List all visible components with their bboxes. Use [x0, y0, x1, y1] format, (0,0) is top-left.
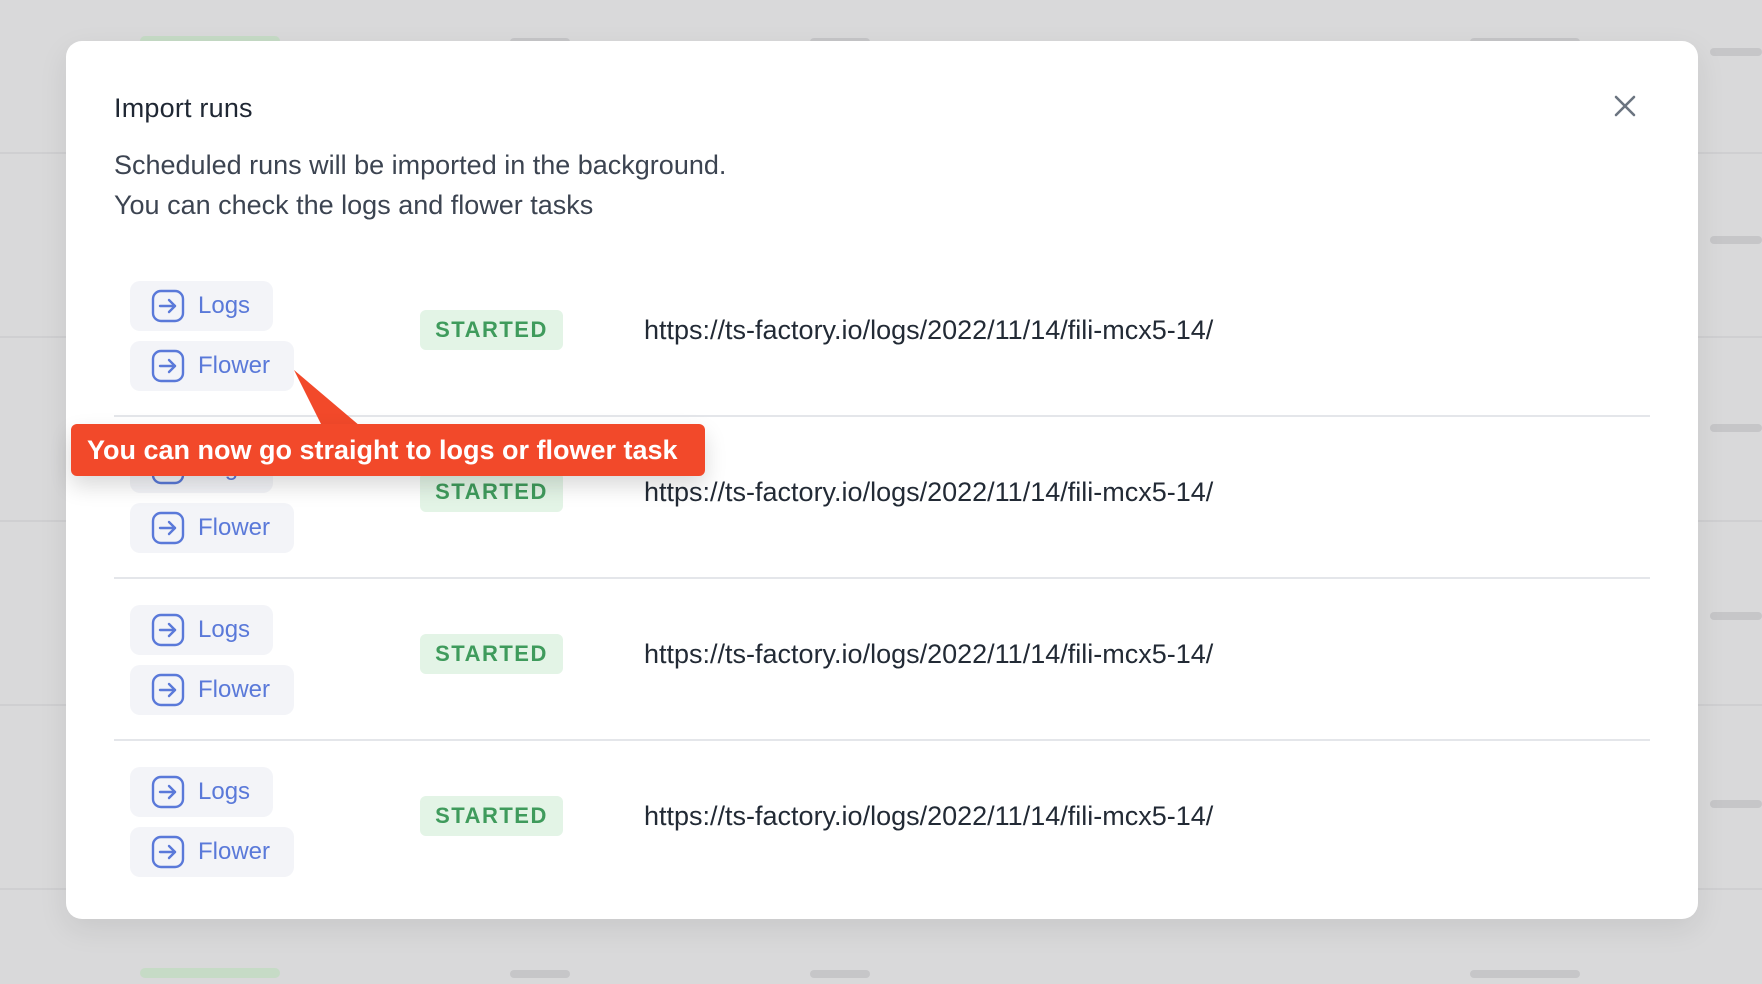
flower-button-label: Flower [198, 838, 271, 865]
arrow-right-box-icon [151, 289, 185, 323]
callout-pointer [294, 370, 360, 426]
status-badge: STARTED [420, 472, 563, 512]
run-row: Logs Flower STARTED https://ts-factory.i… [114, 579, 1650, 741]
flower-button[interactable]: Flower [130, 665, 294, 715]
flower-button-label: Flower [198, 676, 271, 703]
close-icon [1614, 95, 1636, 117]
run-url: https://ts-factory.io/logs/2022/11/14/fi… [644, 477, 1214, 507]
background-text [1710, 800, 1762, 808]
logs-button[interactable]: Logs [130, 281, 273, 331]
modal-description: Scheduled runs will be imported in the b… [114, 145, 726, 225]
run-row: Logs Flower STARTED https://ts-factory.i… [114, 741, 1650, 903]
background-text [510, 970, 570, 978]
background-text [1710, 48, 1762, 56]
modal-title: Import runs [114, 93, 253, 123]
flower-button[interactable]: Flower [130, 503, 294, 553]
background-status-pill [140, 968, 280, 978]
import-runs-modal: Import runs Scheduled runs will be impor… [66, 41, 1698, 919]
background-text [1710, 236, 1762, 244]
description-line: You can check the logs and flower tasks [114, 190, 594, 220]
flower-button-label: Flower [198, 352, 271, 379]
run-url: https://ts-factory.io/logs/2022/11/14/fi… [644, 315, 1214, 345]
logs-button[interactable]: Logs [130, 605, 273, 655]
arrow-right-box-icon [151, 673, 185, 707]
close-button[interactable] [1610, 91, 1640, 121]
run-url: https://ts-factory.io/logs/2022/11/14/fi… [644, 801, 1214, 831]
background-text [1470, 970, 1580, 978]
status-badge: STARTED [420, 796, 563, 836]
flower-button-label: Flower [198, 514, 271, 541]
logs-button-label: Logs [198, 292, 251, 319]
status-badge: STARTED [420, 634, 563, 674]
arrow-right-box-icon [151, 613, 185, 647]
background-text [1710, 612, 1762, 620]
arrow-right-box-icon [151, 349, 185, 383]
background-text [810, 970, 870, 978]
flower-button[interactable]: Flower [130, 827, 294, 877]
arrow-right-box-icon [151, 835, 185, 869]
run-url: https://ts-factory.io/logs/2022/11/14/fi… [644, 639, 1214, 669]
background-text [1710, 424, 1762, 432]
description-line: Scheduled runs will be imported in the b… [114, 150, 727, 180]
feature-callout: You can now go straight to logs or flowe… [71, 424, 705, 476]
logs-button-label: Logs [198, 778, 251, 805]
logs-button-label: Logs [198, 616, 251, 643]
flower-button[interactable]: Flower [130, 341, 294, 391]
status-badge: STARTED [420, 310, 563, 350]
logs-button[interactable]: Logs [130, 767, 273, 817]
arrow-right-box-icon [151, 511, 185, 545]
arrow-right-box-icon [151, 775, 185, 809]
